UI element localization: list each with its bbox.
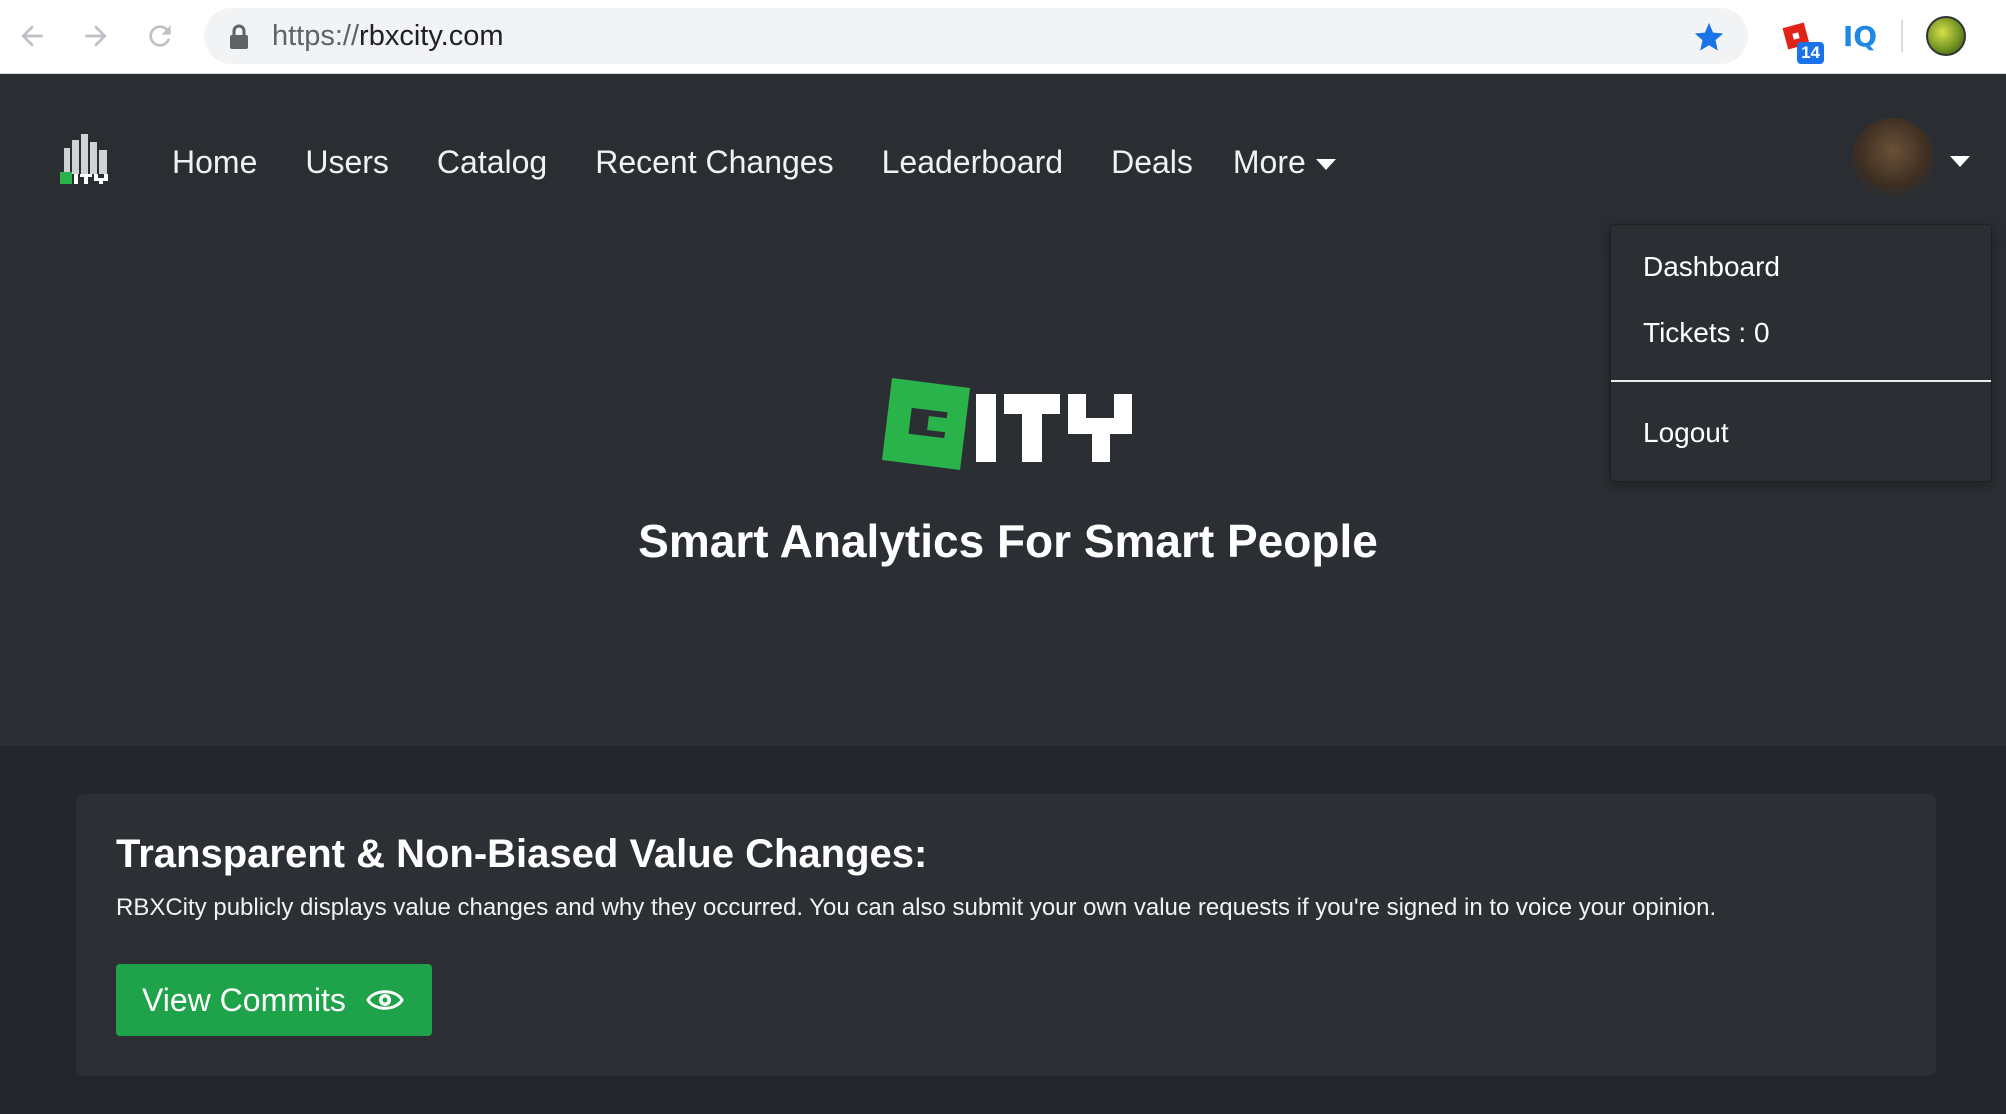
city-logo-large [882, 378, 1132, 470]
reload-button[interactable] [140, 14, 180, 58]
nav-catalog[interactable]: Catalog [437, 144, 547, 181]
url-host: rbxcity.com [359, 20, 504, 52]
bookmark-star-icon[interactable] [1692, 20, 1726, 54]
caret-down-icon [1315, 158, 1336, 170]
avatar-caret-down-icon[interactable] [1950, 156, 1970, 167]
card-title: Transparent & Non-Biased Value Changes: [116, 832, 928, 876]
lock-icon [230, 24, 248, 49]
view-commits-label: View Commits [142, 981, 346, 1018]
url-scheme: https:// [272, 20, 360, 52]
iq-extension-icon: IQ [1842, 19, 1878, 53]
forward-button[interactable] [76, 14, 116, 58]
roblox-extension-button[interactable]: 14 [1776, 14, 1824, 64]
view-commits-button[interactable]: View Commits [116, 964, 432, 1036]
dropdown-dashboard[interactable]: Dashboard [1643, 251, 1780, 283]
dropdown-divider [1611, 380, 1991, 382]
nav-leaderboard[interactable]: Leaderboard [882, 144, 1063, 181]
dropdown-tickets[interactable]: Tickets : 0 [1643, 317, 1770, 349]
profile-avatar-icon[interactable] [1926, 16, 1966, 56]
eye-icon [366, 990, 404, 1010]
reload-icon [149, 25, 171, 47]
back-button[interactable] [12, 14, 52, 58]
nav-links: Home Users Catalog Recent Changes Leader… [172, 74, 1336, 250]
nav-home[interactable]: Home [172, 144, 257, 181]
hero-tagline: Smart Analytics For Smart People [638, 515, 1378, 567]
nav-more-label: More [1232, 143, 1306, 180]
city-logo-wordmark [976, 394, 1132, 462]
city-logo-mark [882, 378, 970, 470]
features-section: Transparent & Non-Biased Value Changes: … [0, 746, 2006, 1114]
address-bar[interactable]: https://rbxcity.com [204, 8, 1748, 64]
city-logo-icon[interactable] [58, 132, 114, 188]
extension-badge: 14 [1797, 42, 1824, 64]
iq-extension-button[interactable]: IQ [1838, 14, 1882, 58]
user-dropdown-menu: Dashboard Tickets : 0 Logout [1610, 224, 1992, 482]
card-description: RBXCity publicly displays value changes … [116, 894, 1717, 921]
back-arrow-icon [21, 25, 43, 47]
url-text: https://rbxcity.com [272, 8, 504, 64]
toolbar-separator [1901, 20, 1903, 52]
forward-arrow-icon [85, 25, 107, 47]
nav-users[interactable]: Users [305, 144, 389, 181]
nav-more-dropdown[interactable]: More [1233, 144, 1336, 181]
nav-recent-changes[interactable]: Recent Changes [595, 144, 833, 181]
user-avatar[interactable] [1852, 118, 1934, 200]
value-changes-card: Transparent & Non-Biased Value Changes: … [76, 794, 1936, 1076]
dropdown-logout[interactable]: Logout [1643, 417, 1729, 449]
browser-toolbar: https://rbxcity.com 14 IQ [0, 0, 2006, 74]
nav-deals[interactable]: Deals [1111, 144, 1193, 181]
